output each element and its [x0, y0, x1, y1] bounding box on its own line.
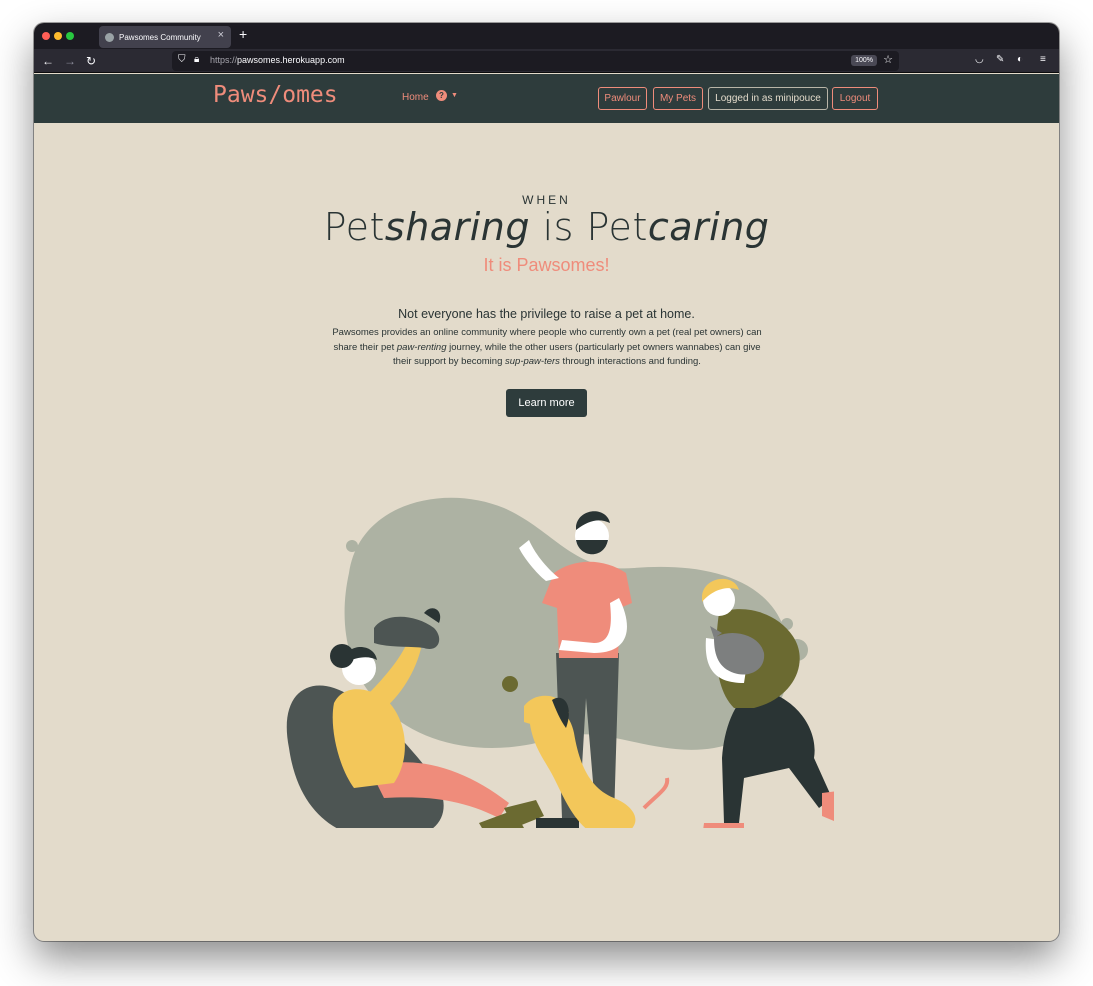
- help-icon: ?: [436, 90, 447, 101]
- hero-illustration: [286, 497, 834, 828]
- back-icon[interactable]: ←: [39, 52, 57, 70]
- man-shoe: [536, 818, 579, 828]
- right-man-shoe: [703, 823, 744, 828]
- deco-dot: [346, 540, 358, 552]
- close-window-button[interactable]: [42, 32, 50, 40]
- url-prefix: https://: [210, 55, 238, 65]
- minimize-window-button[interactable]: [54, 32, 62, 40]
- tab-title: Pawsomes Community: [119, 32, 201, 42]
- site-logo[interactable]: Paws/omes: [213, 82, 338, 108]
- right-man-legs: [722, 688, 832, 823]
- url-text[interactable]: https://pawsomes.herokuapp.com: [210, 55, 345, 65]
- help-dropdown[interactable]: ? ▼: [436, 90, 458, 101]
- headline-pet-2: Pet: [586, 205, 648, 249]
- chevron-down-icon: ▼: [451, 92, 458, 99]
- headline-is: is: [529, 205, 587, 249]
- pocket-icon[interactable]: ◡: [975, 54, 984, 65]
- nav-home-link[interactable]: Home: [402, 92, 429, 103]
- hero-headline: Petsharing is Petcaring: [34, 205, 1059, 249]
- maximize-window-button[interactable]: [66, 32, 74, 40]
- url-host: pawsomes.herokuapp.com: [237, 55, 345, 65]
- headline-sharing: sharing: [384, 205, 530, 249]
- menu-icon[interactable]: ≡: [1040, 54, 1046, 65]
- forward-icon[interactable]: →: [61, 52, 79, 70]
- new-tab-button[interactable]: +: [239, 26, 247, 42]
- reload-icon[interactable]: ↻: [82, 52, 100, 70]
- headline-caring: caring: [647, 205, 770, 249]
- logged-in-user-button[interactable]: Logged in as minipouce: [708, 87, 828, 110]
- hero-description: Pawsomes provides an online community wh…: [327, 326, 767, 370]
- right-man-shoe: [822, 791, 834, 821]
- browser-toolbar: ← → ↻ ⛉ 🔒︎ https://pawsomes.herokuapp.co…: [34, 49, 1059, 73]
- hero-tagline: It is Pawsomes!: [483, 255, 610, 275]
- description-part-3: through interactions and funding.: [559, 356, 701, 367]
- description-emphasis-1: paw-renting: [396, 341, 447, 353]
- close-tab-icon[interactable]: ×: [218, 29, 224, 41]
- man-beard: [576, 540, 608, 555]
- logout-button[interactable]: Logout: [832, 87, 878, 110]
- hero-lead: Not everyone has the privilege to raise …: [398, 307, 695, 321]
- star-icon[interactable]: ☆: [883, 53, 893, 66]
- wrench-icon[interactable]: ✎: [996, 54, 1004, 65]
- tab-pawsomes[interactable]: Pawsomes Community ×: [99, 26, 231, 48]
- yellow-dog-tail: [642, 777, 670, 810]
- description-emphasis-2: sup-paw-ters: [505, 356, 560, 367]
- pawlour-button[interactable]: Pawlour: [598, 87, 647, 110]
- url-bar[interactable]: ⛉ 🔒︎ https://pawsomes.herokuapp.com 100%…: [172, 51, 899, 71]
- favicon-icon: [105, 32, 114, 42]
- browser-window: Pawsomes Community × + ← → ↻ ⛉ 🔒︎ https:…: [34, 23, 1059, 941]
- ball: [502, 676, 518, 692]
- learn-more-button[interactable]: Learn more: [506, 389, 587, 417]
- lock-icon[interactable]: 🔒︎: [194, 54, 199, 65]
- headline-pet-1: Pet: [323, 205, 385, 249]
- zoom-badge[interactable]: 100%: [851, 55, 877, 66]
- site-header: Paws/omes Home ? ▼ Pawlour My Pets Logge…: [34, 74, 1059, 123]
- tab-strip: Pawsomes Community × +: [34, 23, 1059, 49]
- extension-icon[interactable]: ◐: [1017, 54, 1023, 65]
- shield-icon[interactable]: ⛉: [178, 54, 186, 65]
- my-pets-button[interactable]: My Pets: [653, 87, 703, 110]
